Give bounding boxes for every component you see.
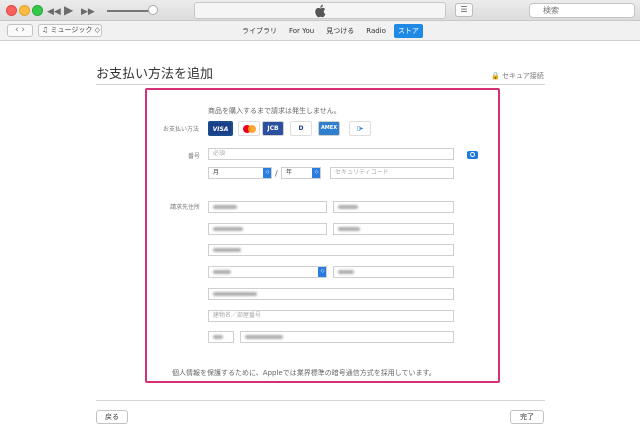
rewind-icon[interactable]: ◀◀ [47,5,61,20]
play-icon[interactable]: ▶ [64,3,73,18]
navigation-bar: ‹ › ♫ ミュージック ◇ ライブラリ For You 見つける Radio … [0,21,640,41]
search-input[interactable] [529,3,635,18]
title-bar: ◀◀ ▶ ▶▶ ☰ ⚲ [0,0,640,21]
apple-logo-icon [315,4,326,18]
main-tabs: ライブラリ For You 見つける Radio ストア [238,24,423,38]
last-name-field[interactable] [208,201,327,213]
close-window-button[interactable] [6,5,17,16]
forward-icon[interactable]: ▶▶ [81,5,95,20]
tab-browse[interactable]: 見つける [322,24,358,38]
back-forward-buttons[interactable]: ‹ › [7,24,33,37]
phone-area-code-field[interactable] [208,331,234,343]
phone-number-field[interactable] [240,331,454,343]
security-footnote: 個人情報を保護するために、Appleでは業界標準の暗号通信方式を採用しています。 [172,369,436,377]
media-type-select[interactable]: ♫ ミュージック ◇ [38,24,102,37]
card-number-field[interactable]: 必須 [208,148,454,160]
camera-icon[interactable] [467,151,478,159]
divider [96,84,545,85]
list-view-button[interactable]: ☰ [455,3,473,17]
expiry-year-select[interactable]: 年 ◇ [281,167,321,179]
mastercard-circle-icon [248,125,256,133]
billing-notice: 商品を購入するまで請求は発生しません。 [208,107,341,115]
expiry-year-value: 年 [286,169,293,176]
card-visa[interactable]: VISA [208,121,233,136]
card-amex[interactable]: AMEX [318,121,340,136]
card-number-label: 番号 [188,153,201,160]
secure-connection-label: 🔒 セキュア接続 [491,72,544,80]
first-name-field[interactable] [333,201,454,213]
volume-knob[interactable] [148,5,158,15]
billing-address-label: 請求先住所 [170,204,201,211]
city-field[interactable] [333,266,454,278]
divider [96,400,545,401]
back-button[interactable]: 戻る [96,410,128,424]
expiry-month-value: 月 [213,169,220,176]
tab-radio[interactable]: Radio [362,24,390,38]
card-jcb[interactable]: JCB [262,121,284,136]
minimize-window-button[interactable] [19,5,30,16]
street-address-field[interactable] [208,288,454,300]
page-title: お支払い方法を追加 [96,67,214,82]
prefecture-select[interactable]: ◇ [208,266,327,278]
status-display [194,2,446,19]
card-other[interactable]: ▯▸ [349,121,371,136]
card-diners[interactable]: D [290,121,312,136]
tab-library[interactable]: ライブラリ [238,24,281,38]
expiry-separator: / [275,169,278,178]
payment-method-label: お支払い方法 [163,126,200,133]
chevron-updown-icon: ◇ [263,168,271,178]
first-name-kana-field[interactable] [333,223,454,235]
building-field[interactable]: 建物名／部屋番号 [208,310,454,322]
chevron-updown-icon: ◇ [312,168,320,178]
expiry-month-select[interactable]: 月 ◇ [208,167,272,179]
done-button[interactable]: 完了 [510,410,544,424]
security-code-field[interactable]: セキュリティコード [330,167,454,179]
zoom-window-button[interactable] [32,5,43,16]
postal-code-field[interactable] [208,244,454,256]
last-name-kana-field[interactable] [208,223,327,235]
card-mastercard[interactable] [238,121,260,136]
chevron-updown-icon: ◇ [318,267,326,277]
tab-for-you[interactable]: For You [285,24,318,38]
tab-store[interactable]: ストア [393,24,423,38]
